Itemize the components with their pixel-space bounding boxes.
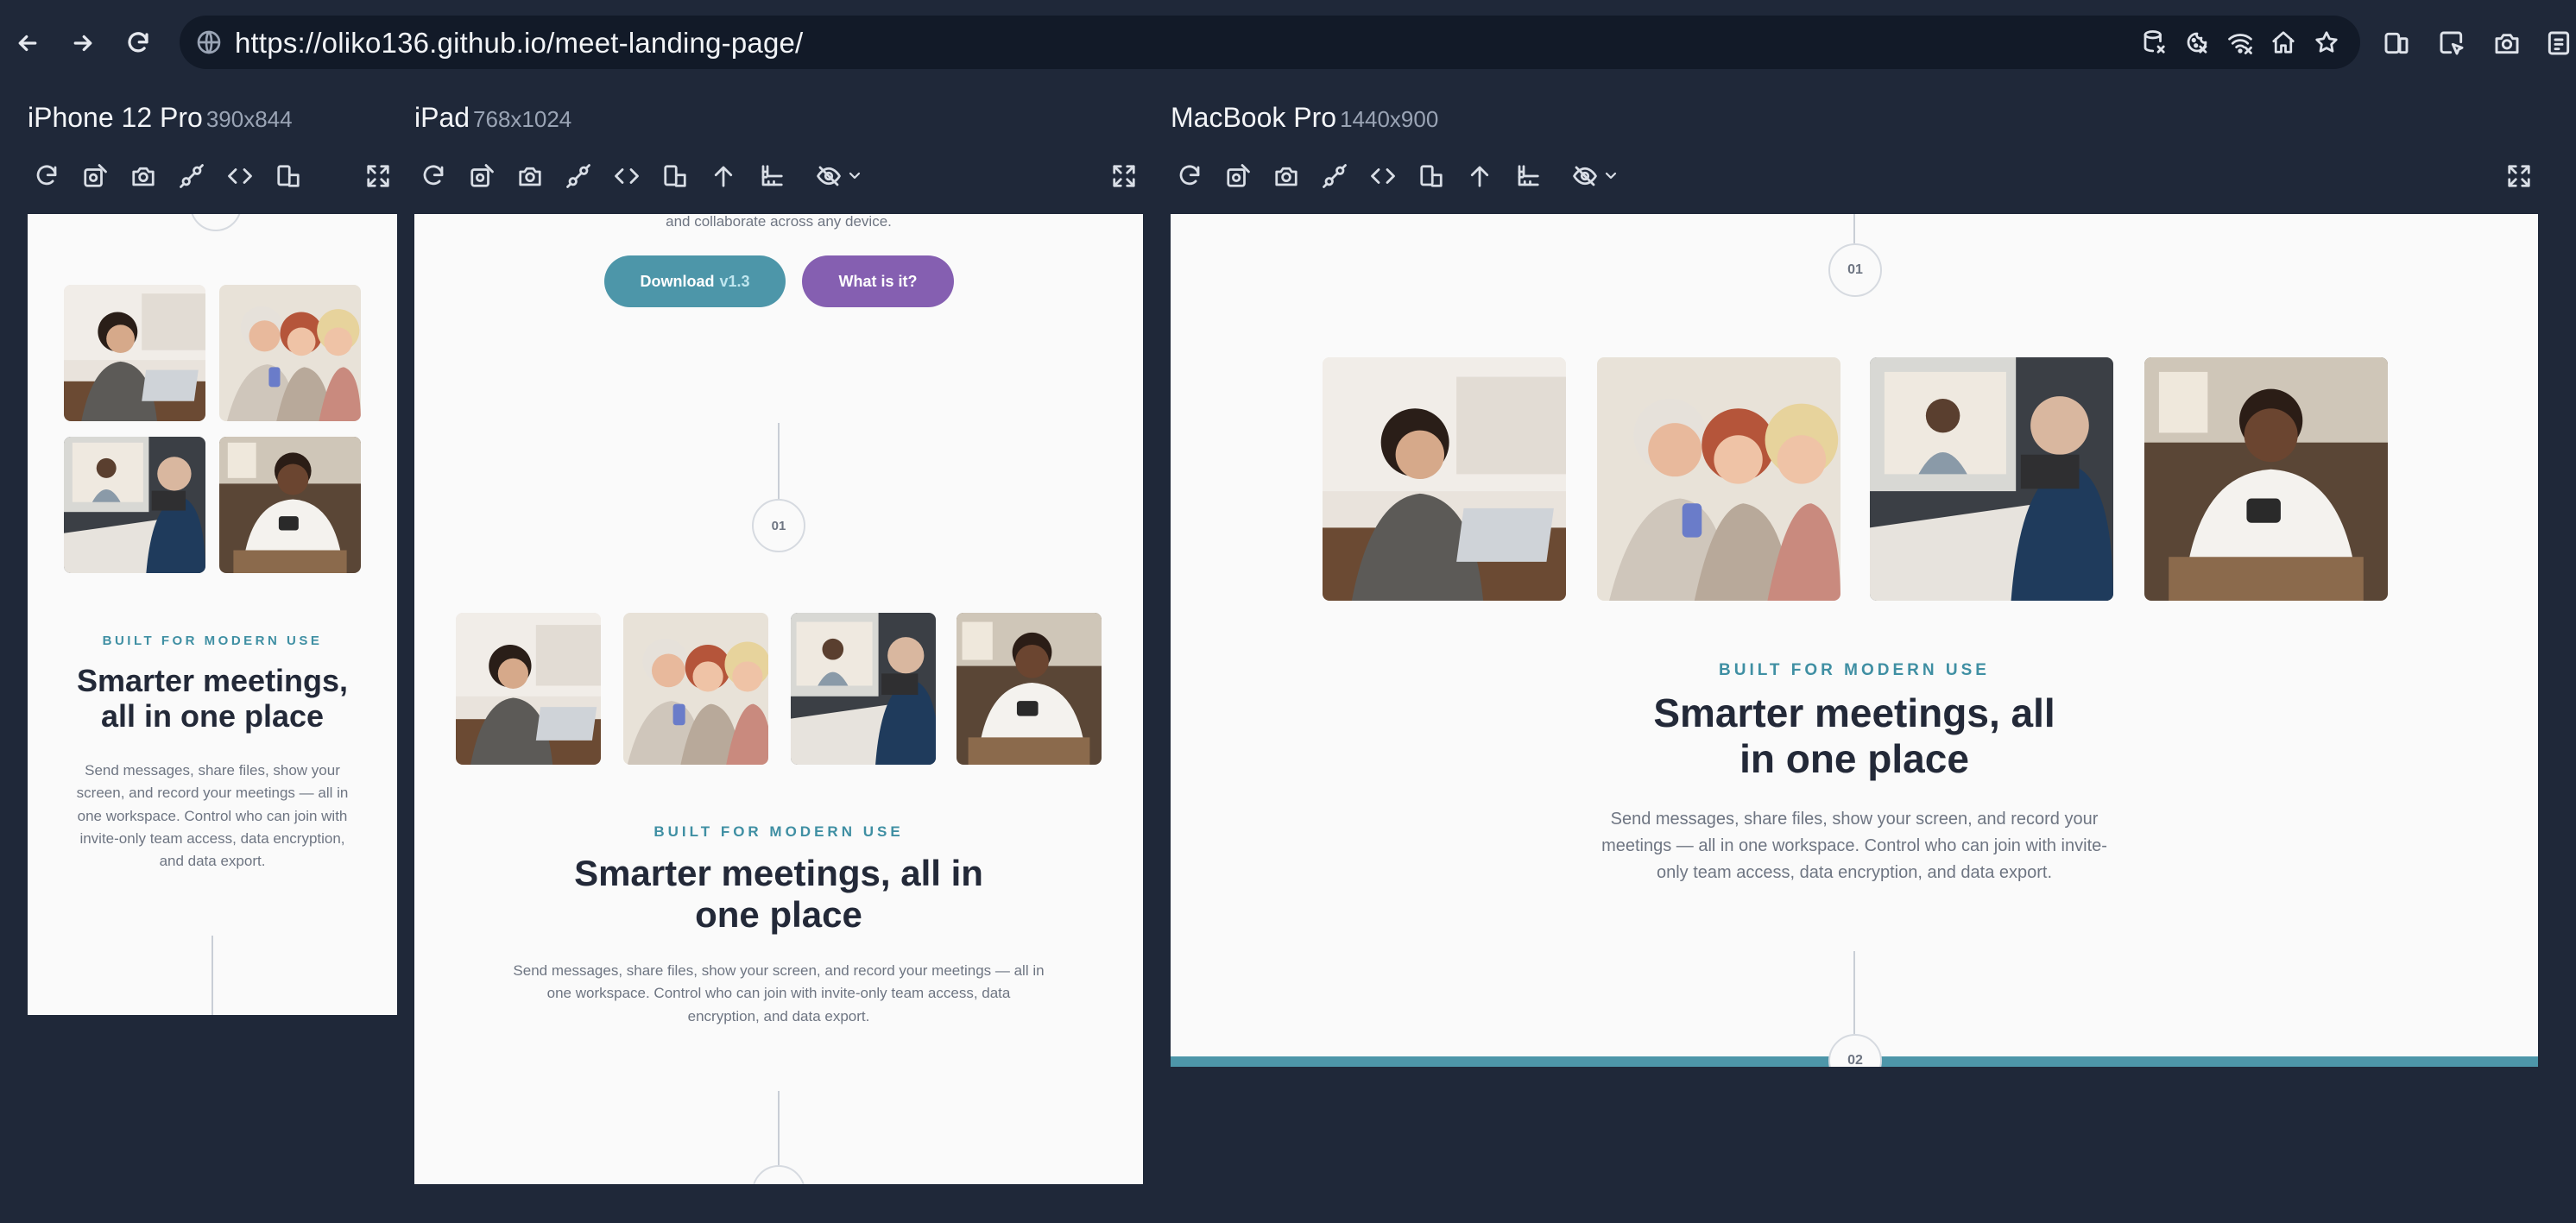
sync-scroll-icon[interactable] (559, 155, 597, 197)
url-text[interactable]: https://oliko136.github.io/meet-landing-… (235, 27, 803, 60)
camera-icon[interactable] (1267, 155, 1305, 197)
select-cursor-icon[interactable] (2434, 26, 2469, 60)
address-bar[interactable]: https://oliko136.github.io/meet-landing-… (180, 16, 2360, 69)
fullscreen-icon[interactable] (359, 155, 397, 197)
code-icon[interactable] (221, 155, 259, 197)
eyebrow-text: BUILT FOR MODERN USE (102, 634, 323, 648)
photo-woman-laptop (456, 613, 601, 765)
section-body: Send messages, share files, show your sc… (76, 762, 349, 870)
scroll-top-icon[interactable] (1461, 155, 1499, 197)
camera-icon[interactable] (124, 155, 162, 197)
reload-icon[interactable] (28, 155, 66, 197)
section-heading: Smarter meetings, all in one place (1653, 690, 2055, 781)
screenshot-edit-icon[interactable] (463, 155, 501, 197)
forward-arrow-icon[interactable] (64, 24, 102, 62)
reload-icon[interactable] (1171, 155, 1209, 197)
connector-line (778, 423, 780, 502)
device-name: MacBook Pro (1171, 102, 1337, 133)
device-label-macbook: MacBook Pro 1440x900 (1171, 102, 1438, 134)
rotate-device-icon[interactable] (1412, 155, 1450, 197)
device-name: iPhone 12 Pro (28, 102, 203, 133)
sync-scroll-icon[interactable] (1316, 155, 1354, 197)
hide-icon[interactable] (1566, 155, 1604, 197)
screenshot-edit-icon[interactable] (76, 155, 114, 197)
intro-text: and collaborate across any device. (666, 214, 892, 230)
photo-woman-laptop (64, 285, 205, 421)
photo-women-phone (1597, 357, 1840, 601)
star-icon[interactable] (2312, 28, 2341, 57)
chevron-down-icon[interactable] (1601, 155, 1621, 197)
ruler-icon[interactable] (753, 155, 791, 197)
rotate-device-icon[interactable] (656, 155, 694, 197)
step-marker: 02 (1828, 1034, 1882, 1067)
eyebrow-text: BUILT FOR MODERN USE (653, 823, 904, 840)
photo-video-call (64, 437, 205, 573)
photo-man-phone (957, 613, 1102, 765)
site-info-icon[interactable] (195, 28, 223, 56)
photo-video-call (791, 613, 936, 765)
connector-line (1853, 214, 1855, 243)
download-version: v1.3 (719, 272, 750, 290)
scroll-top-icon[interactable] (704, 155, 742, 197)
wifi-off-icon[interactable] (2226, 28, 2255, 57)
iphone-toolbar (28, 155, 397, 197)
home-icon[interactable] (2269, 28, 2298, 57)
reload-icon[interactable] (414, 155, 452, 197)
code-icon[interactable] (608, 155, 646, 197)
device-size: 768x1024 (473, 106, 572, 132)
iphone-viewport: BUILT FOR MODERN USE Smarter meetings, a… (28, 214, 397, 1015)
section-body: Send messages, share files, show your sc… (1601, 810, 2107, 882)
section-body: Send messages, share files, show your sc… (513, 962, 1045, 1024)
code-icon[interactable] (1364, 155, 1402, 197)
photo-woman-laptop (1323, 357, 1566, 601)
photo-video-call (1870, 357, 2113, 601)
browser-chrome: https://oliko136.github.io/meet-landing-… (0, 0, 2576, 83)
responsive-devices-icon[interactable] (2379, 26, 2414, 60)
step-marker (752, 1165, 805, 1184)
device-label-iphone: iPhone 12 Pro 390x844 (28, 102, 293, 134)
chevron-down-icon[interactable] (844, 155, 865, 197)
download-label: Download (640, 272, 715, 290)
fullscreen-icon[interactable] (1105, 155, 1143, 197)
screenshot-edit-icon[interactable] (1219, 155, 1257, 197)
back-arrow-icon[interactable] (9, 24, 47, 62)
photo-women-phone (219, 285, 361, 421)
section-heading: Smarter meetings, all in one place (574, 853, 983, 936)
no-cookies-icon[interactable] (2182, 28, 2212, 57)
connector-line (1853, 951, 1855, 1041)
database-icon[interactable] (2139, 28, 2169, 57)
ruler-icon[interactable] (1509, 155, 1547, 197)
device-label-ipad: iPad 768x1024 (414, 102, 571, 134)
step-marker: 01 (1828, 243, 1882, 297)
what-is-it-button[interactable]: What is it? (802, 255, 954, 307)
section-heading: Smarter meetings, all in one place (76, 663, 349, 734)
macbook-viewport: 01 BUILT FOR MODERN USE Smarter meetings… (1171, 214, 2538, 1067)
photo-women-phone (623, 613, 768, 765)
macbook-toolbar (1171, 155, 2538, 197)
camera-icon[interactable] (511, 155, 549, 197)
step-marker: 01 (752, 499, 805, 552)
ipad-viewport: and collaborate across any device. Downl… (414, 214, 1143, 1184)
device-name: iPad (414, 102, 470, 133)
extension-icon[interactable] (2541, 26, 2576, 60)
hide-icon[interactable] (810, 155, 848, 197)
step-marker (190, 214, 242, 231)
sync-scroll-icon[interactable] (173, 155, 211, 197)
device-size: 1440x900 (1340, 106, 1439, 132)
connector-line (778, 1091, 780, 1174)
reload-icon[interactable] (119, 24, 157, 62)
photo-man-phone (2144, 357, 2388, 601)
download-button[interactable]: Download v1.3 (604, 255, 786, 307)
connector-line (212, 936, 213, 1015)
device-size: 390x844 (205, 106, 293, 132)
ipad-toolbar (414, 155, 1143, 197)
rotate-device-icon[interactable] (269, 155, 307, 197)
camera-icon[interactable] (2490, 26, 2524, 60)
eyebrow-text: BUILT FOR MODERN USE (1719, 661, 1990, 679)
photo-man-phone (219, 437, 361, 573)
fullscreen-icon[interactable] (2500, 155, 2538, 197)
